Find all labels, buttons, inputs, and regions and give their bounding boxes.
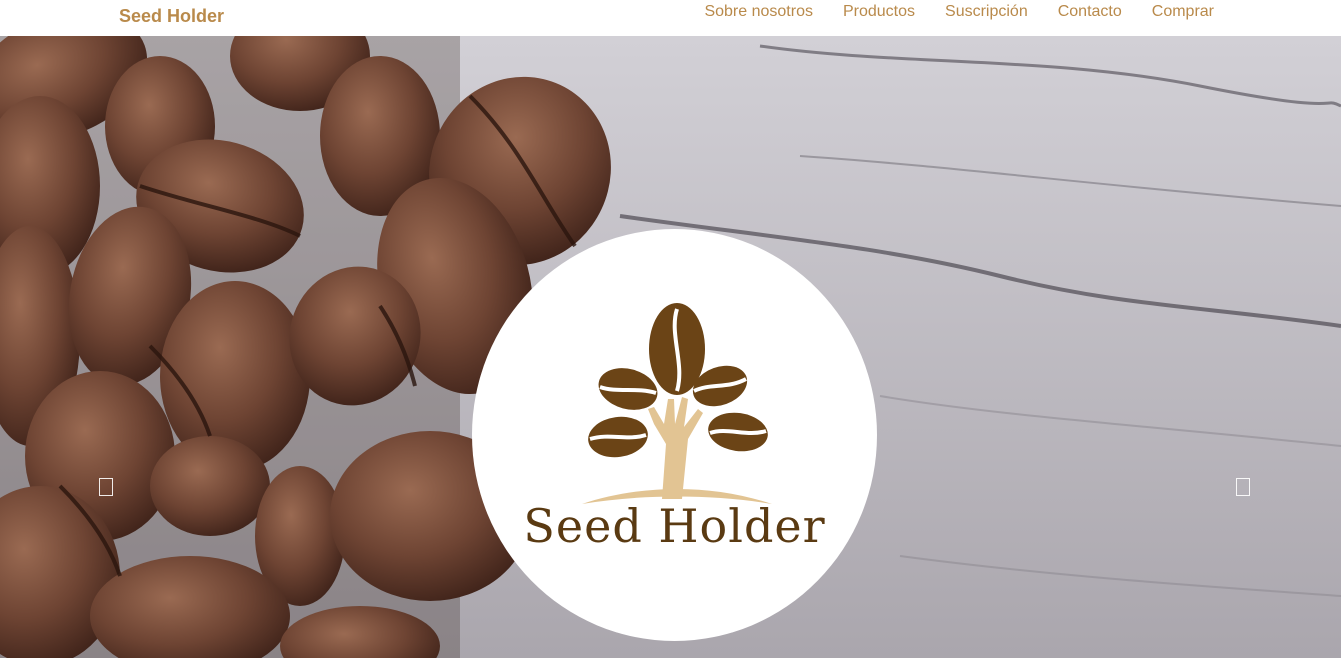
carousel-next-icon[interactable] — [1236, 478, 1250, 496]
brand-link[interactable]: Seed Holder — [119, 6, 224, 27]
coffee-tree-hand-icon — [582, 303, 772, 504]
hero-logo: Seed Holder — [472, 229, 877, 641]
nav-link-sobre-nosotros[interactable]: Sobre nosotros — [704, 3, 813, 21]
nav-link-suscripcion[interactable]: Suscripción — [945, 3, 1028, 21]
hero-carousel: Seed Holder — [0, 36, 1341, 658]
nav-links: Sobre nosotros Productos Suscripción Con… — [704, 3, 1214, 21]
navbar: Seed Holder Sobre nosotros Productos Sus… — [0, 0, 1341, 36]
logo-wordmark: Seed Holder — [523, 499, 826, 553]
nav-link-contacto[interactable]: Contacto — [1058, 3, 1122, 21]
nav-link-comprar[interactable]: Comprar — [1152, 3, 1214, 21]
nav-link-productos[interactable]: Productos — [843, 3, 915, 21]
carousel-prev-icon[interactable] — [99, 478, 113, 496]
